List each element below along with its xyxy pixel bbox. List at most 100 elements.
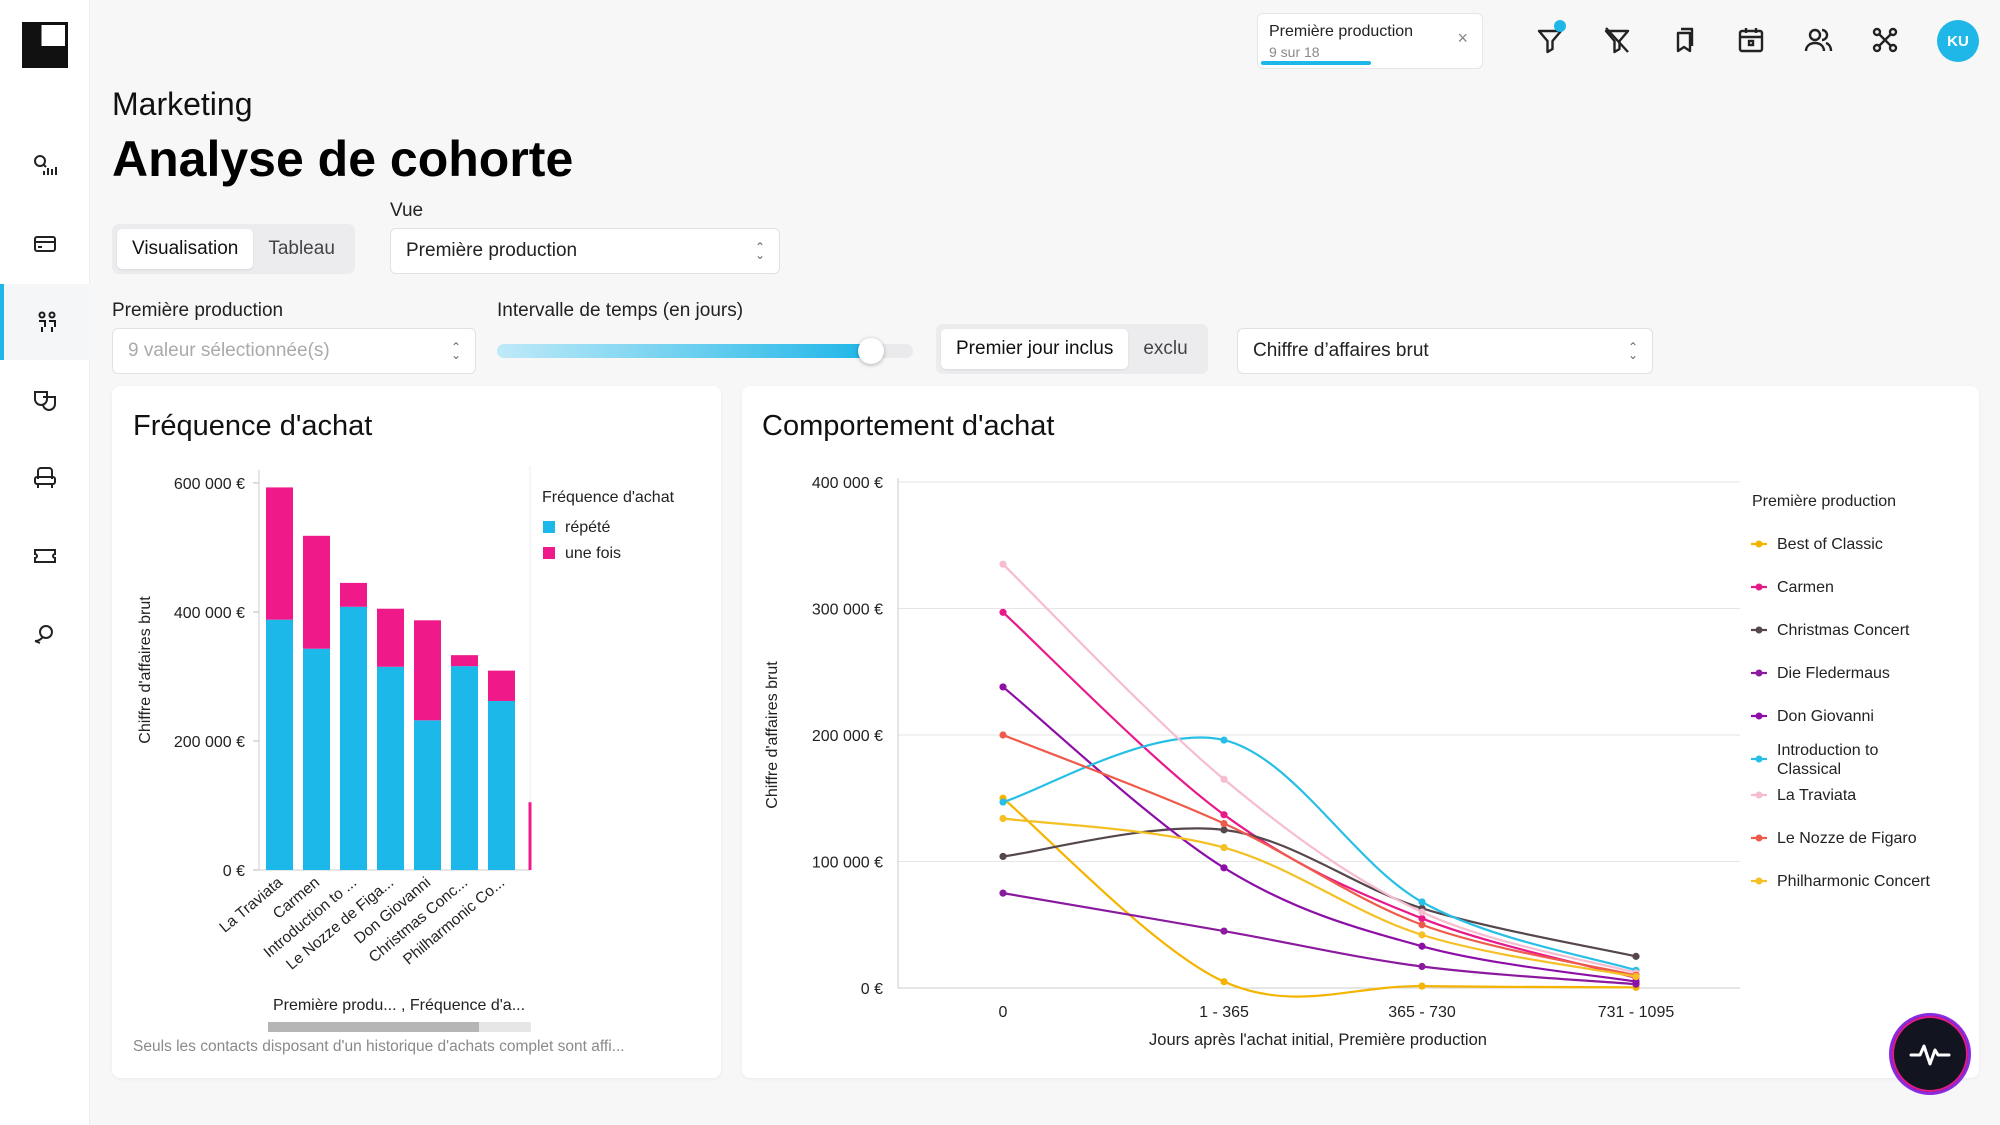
bar-repeat xyxy=(451,666,478,870)
bar-repeat xyxy=(266,619,293,870)
nav-campaigns[interactable] xyxy=(0,596,90,672)
nav-venues[interactable] xyxy=(0,440,90,516)
point-die-fledermaus xyxy=(1418,962,1426,971)
legend-label: Don Giovanni xyxy=(1777,708,1874,725)
legend-swatch-dot xyxy=(1755,791,1763,799)
legend-title: Première production xyxy=(1752,493,1896,510)
filter-button[interactable] xyxy=(1530,20,1570,60)
legend-title: Fréquence d'achat xyxy=(542,489,675,506)
filter-chip-title: Première production xyxy=(1269,23,1414,40)
bar-repeat xyxy=(377,666,404,870)
metric-select[interactable]: Chiffre d’affaires brut ⌃ ⌄ xyxy=(1237,328,1653,374)
production-filter-select[interactable]: 9 valeur sélectionnée(s) ⌃ ⌄ xyxy=(112,328,476,374)
app-logo[interactable] xyxy=(22,22,68,68)
bookmarks-button[interactable] xyxy=(1664,20,1704,60)
line-carmen xyxy=(1002,611,1637,979)
production-filter-label: Première production xyxy=(112,300,284,321)
slider-thumb[interactable] xyxy=(858,338,885,364)
point-philharmonic-concert xyxy=(1418,931,1426,939)
legend-label: Introduction to xyxy=(1777,742,1879,759)
sidebar xyxy=(0,0,90,1125)
chart-search-icon xyxy=(34,155,57,175)
y-tick-label: 300 000 € xyxy=(812,602,883,619)
legend-label: une fois xyxy=(565,545,621,562)
nav-analytics[interactable] xyxy=(0,128,90,204)
chevron-up-down-icon: ⌃ ⌄ xyxy=(450,340,461,362)
point-christmas-concert xyxy=(1632,952,1640,960)
point-carmen xyxy=(1220,811,1228,819)
point-philharmonic-concert xyxy=(1220,843,1228,852)
first-day-toggle: Premier jour inclus exclu xyxy=(936,324,1208,374)
audience-button[interactable] xyxy=(1798,20,1838,60)
page-title: Analyse de cohorte xyxy=(112,131,574,187)
bar-once xyxy=(303,535,330,649)
frequency-card: Fréquence d'achat 0 € 200 000 € 400 000 € 6… xyxy=(112,386,721,1078)
x-tick-label: 731 - 1095 xyxy=(1598,1004,1675,1021)
legend-swatch-dot xyxy=(1755,755,1763,763)
legend-label: Classical xyxy=(1777,761,1841,778)
x-tick-label: 0 xyxy=(999,1004,1008,1021)
nav-events[interactable] xyxy=(0,362,90,438)
legend-label: Christmas Concert xyxy=(1777,622,1910,639)
toggle-first-day-included[interactable]: Premier jour inclus xyxy=(941,329,1129,369)
legend-label: La Traviata xyxy=(1777,787,1856,804)
line-christmas-concert xyxy=(1002,827,1637,958)
nav-billing[interactable] xyxy=(0,206,90,282)
close-icon[interactable]: × xyxy=(1457,28,1468,49)
point-carmen xyxy=(1418,914,1426,923)
point-don-giovanni xyxy=(999,683,1007,691)
vue-select[interactable]: Première production ⌃ ⌄ xyxy=(390,228,780,274)
behaviour-card: Comportement d'achat 0 €100 000 €200 000… xyxy=(742,386,1979,1078)
calendar-icon xyxy=(1738,28,1764,53)
calendar-button[interactable] xyxy=(1731,20,1771,60)
activity-assistant-button[interactable] xyxy=(1889,1013,1971,1095)
clear-filter-button[interactable] xyxy=(1597,20,1637,60)
legend-label: Le Nozze de Figaro xyxy=(1777,830,1917,847)
bar-once xyxy=(451,655,478,667)
frequency-chart: 0 € 200 000 € 400 000 € 600 000 € Chiffre d'… xyxy=(133,466,675,1055)
y-tick-label: 400 000 € xyxy=(174,605,245,622)
point-le-nozze-de-figaro xyxy=(1418,921,1426,929)
interval-slider[interactable] xyxy=(497,338,913,364)
point-christmas-concert xyxy=(1220,826,1228,834)
legend-swatch-dot xyxy=(1755,712,1763,720)
filter-chip-progress xyxy=(1261,61,1371,65)
point-philharmonic-concert xyxy=(1632,973,1640,981)
vue-label: Vue xyxy=(390,200,424,221)
legend-label: répété xyxy=(565,519,610,536)
point-la-traviata xyxy=(999,560,1007,568)
network-icon xyxy=(1872,27,1898,53)
legend-label: Die Fledermaus xyxy=(1777,665,1890,682)
slider-fill xyxy=(497,344,872,358)
bookmarks-icon xyxy=(1676,27,1694,53)
rocket-icon xyxy=(34,625,53,644)
nav-tickets[interactable] xyxy=(0,518,90,594)
y-axis-title: Chiffre d'affaires brut xyxy=(137,596,154,744)
legend-swatch-dot xyxy=(1755,583,1763,591)
bar-once xyxy=(266,487,293,620)
point-la-traviata xyxy=(1418,908,1426,916)
active-filter-chip[interactable]: Première production 9 sur 18 × xyxy=(1257,13,1483,69)
toggle-tableau[interactable]: Tableau xyxy=(253,229,350,269)
legend-swatch-dot xyxy=(1755,834,1763,842)
x-tick-label: 365 - 730 xyxy=(1388,1004,1456,1021)
bar-once xyxy=(340,582,367,607)
toggle-first-day-excluded[interactable]: exclu xyxy=(1128,329,1202,369)
chevron-up-down-icon: ⌃ ⌄ xyxy=(1627,340,1638,362)
filter-off-icon xyxy=(1604,27,1630,54)
y-axis-title: Chiffre d'affaires brut xyxy=(764,661,781,809)
theater-masks-icon xyxy=(34,391,56,411)
nav-cohorts[interactable] xyxy=(0,284,90,360)
view-toggle: Visualisation Tableau xyxy=(112,224,355,274)
integrations-button[interactable] xyxy=(1865,20,1905,60)
bar-once xyxy=(488,670,515,701)
y-tick-label: 0 € xyxy=(861,981,883,998)
line-philharmonic-concert xyxy=(1002,817,1637,978)
user-avatar[interactable]: KU xyxy=(1937,20,1979,62)
bar-repeat xyxy=(303,648,330,870)
toggle-visualisation[interactable]: Visualisation xyxy=(117,229,254,269)
y-tick-label: 400 000 € xyxy=(812,475,883,492)
bar-repeat xyxy=(414,720,441,870)
scrollbar-thumb xyxy=(268,1022,479,1032)
point-le-nozze-de-figaro xyxy=(999,731,1007,739)
